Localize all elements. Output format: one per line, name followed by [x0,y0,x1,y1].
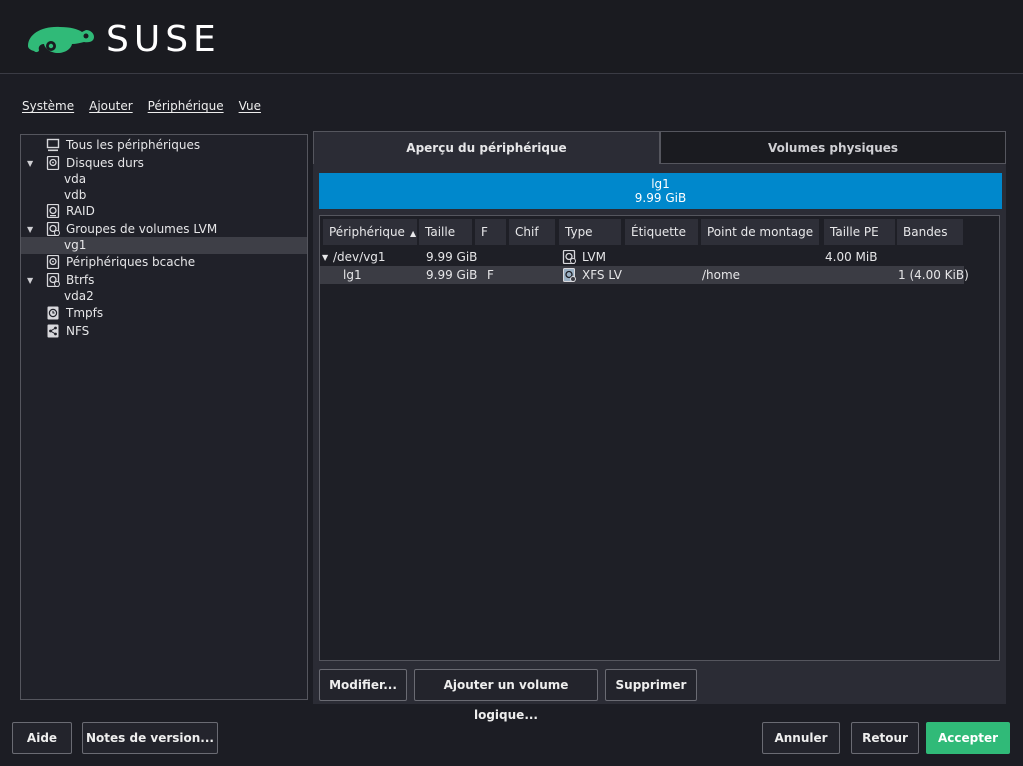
delete-button[interactable]: Supprimer [605,669,697,701]
tree-item-label: Groupes de volumes LVM [66,222,218,236]
app-header: SUSE [0,0,1023,74]
btrfs-icon [46,273,60,287]
collapse-arrow-icon[interactable]: ▼ [322,249,328,267]
tree-item-label: Btrfs [66,273,95,287]
tree-item-label: NFS [66,324,90,338]
release-notes-button[interactable]: Notes de version... [82,722,218,754]
tree-item-nfs[interactable]: NFS [21,323,307,340]
tree-item-lvm-groups[interactable]: ▼ Groupes de volumes LVM [21,221,307,238]
cell-mount-point: /home [702,268,741,282]
cancel-button[interactable]: Annuler [762,722,840,754]
help-button[interactable]: Aide [12,722,72,754]
tree-item-label: vda2 [64,289,94,303]
hard-disk-icon [46,156,60,170]
tab-label: Aperçu du périphérique [406,141,567,155]
column-header-stripes[interactable]: Bandes [897,219,963,245]
cell-size: 9.99 GiB [426,268,478,282]
tree-item-vda2[interactable]: vda2 [21,288,307,305]
tab-physical-volumes[interactable]: Volumes physiques [660,131,1006,164]
column-header-mount-point[interactable]: Point de montage [701,219,819,245]
xfs-lv-icon [563,268,576,282]
tree-item-vg1[interactable]: vg1 [21,237,307,254]
raid-icon [46,204,60,218]
tree-item-raid[interactable]: RAID [21,203,307,220]
tree-item-label: vda [64,172,87,186]
column-header-pe-size[interactable]: Taille PE [824,219,895,245]
tree-item-vda[interactable]: vda [21,171,307,188]
sort-ascending-icon: ▲ [409,229,417,238]
cell-device: /dev/vg1 [333,250,386,264]
clock-icon [47,306,59,320]
cell-stripes: 1 (4.00 KiB) [898,268,969,282]
column-header-encrypted[interactable]: Chif [509,219,555,245]
column-header-label[interactable]: Étiquette [625,219,698,245]
tab-label: Volumes physiques [767,141,899,155]
add-logical-volume-button[interactable]: Ajouter un volume logique... [414,669,598,722]
tab-device-overview[interactable]: Aperçu du périphérique [313,131,660,164]
chameleon-icon [28,26,94,53]
tree-item-bcache[interactable]: Périphériques bcache [21,254,307,271]
table-row[interactable]: lg1 9.99 GiB F XFS LV /home 1 (4.00 KiB) [320,266,969,284]
column-header-size[interactable]: Taille [419,219,472,245]
modify-button[interactable]: Modifier... [319,669,407,701]
tree-item-label: Tmpfs [66,306,104,320]
column-header-device[interactable]: Périphérique ▲ [323,219,417,245]
lvm-icon [562,250,576,264]
cell-format: F [487,268,494,282]
expand-arrow-icon[interactable]: ▼ [27,155,33,172]
suse-logo: SUSE [24,22,221,58]
share-icon [47,324,59,338]
cell-device: lg1 [343,268,362,282]
logo-text: SUSE [106,19,221,60]
tree-item-vdb[interactable]: vdb [21,187,307,204]
tree-item-tmpfs[interactable]: Tmpfs [21,305,307,322]
tree-item-label: vdb [64,188,87,202]
tree-item-all-devices[interactable]: Tous les périphériques [21,137,307,154]
expand-arrow-icon[interactable]: ▼ [27,221,33,238]
cell-pe-size: 4.00 MiB [825,250,878,264]
volume-bar-size: 9.99 GiB [634,191,687,205]
menu-bar: Système Ajouter Périphérique Vue [22,99,261,113]
tree-item-label: RAID [66,204,95,218]
accept-button[interactable]: Accepter [926,722,1010,754]
back-button[interactable]: Retour [851,722,919,754]
cell-type: LVM [582,250,606,264]
tree-item-label: vg1 [64,238,87,252]
menu-view[interactable]: Vue [239,99,261,113]
column-header-type[interactable]: Type [559,219,621,245]
tree-item-label: Périphériques bcache [66,255,196,269]
device-table: Périphérique ▲ Taille F Chif Type Étiquet… [319,215,1000,661]
volume-bar[interactable]: lg1 9.99 GiB [319,173,1002,209]
tree-item-label: Disques durs [66,156,144,170]
device-tree: Tous les périphériques ▼ Disques durs vd… [20,134,308,700]
menu-system[interactable]: Système [22,99,74,113]
column-header-format[interactable]: F [475,219,506,245]
bcache-icon [46,255,60,269]
lvm-icon [46,222,60,236]
table-row[interactable]: ▼ /dev/vg1 9.99 GiB LVM 4.00 MiB [320,248,964,266]
monitor-icon [46,138,60,152]
tree-item-hard-disks[interactable]: ▼ Disques durs [21,155,307,172]
menu-add[interactable]: Ajouter [89,99,133,113]
expand-arrow-icon[interactable]: ▼ [27,272,33,289]
tree-item-btrfs[interactable]: ▼ Btrfs [21,272,307,289]
cell-size: 9.99 GiB [426,250,478,264]
menu-device[interactable]: Périphérique [148,99,224,113]
cell-type: XFS LV [582,268,622,282]
volume-bar-name: lg1 [651,177,670,191]
tree-item-label: Tous les périphériques [66,138,201,152]
